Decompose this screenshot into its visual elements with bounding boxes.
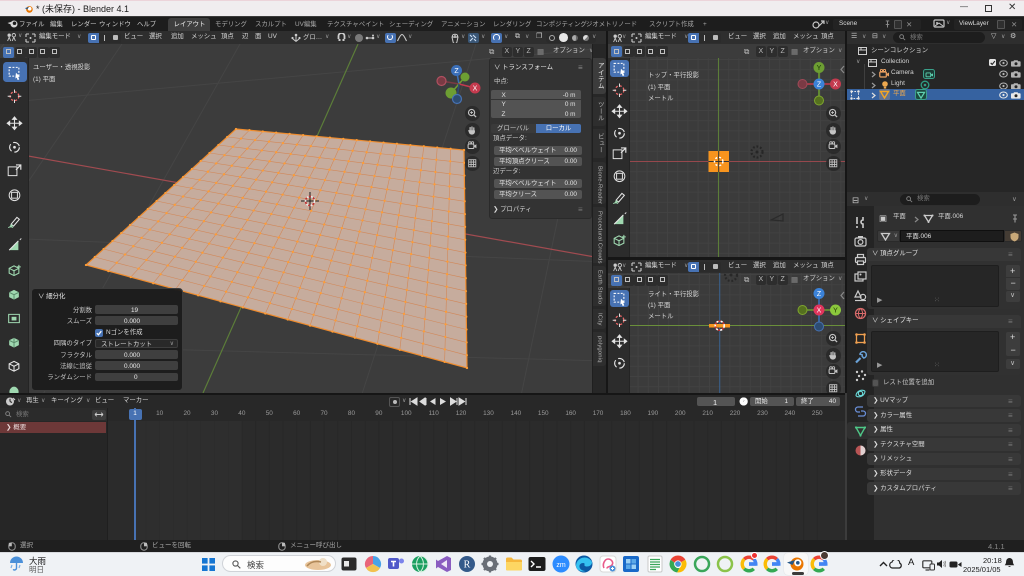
svg-text:X: X [817,308,822,315]
svg-text:Y: Y [817,65,822,72]
svg-text:X: X [833,82,838,89]
svg-text:X: X [473,86,478,93]
svg-text:Z: Z [817,291,822,298]
svg-text:Z: Z [454,68,459,75]
svg-text:R: R [463,560,470,571]
svg-text:zm: zm [556,562,566,569]
svg-text:Z: Z [817,82,822,89]
svg-text:Y: Y [833,308,838,315]
